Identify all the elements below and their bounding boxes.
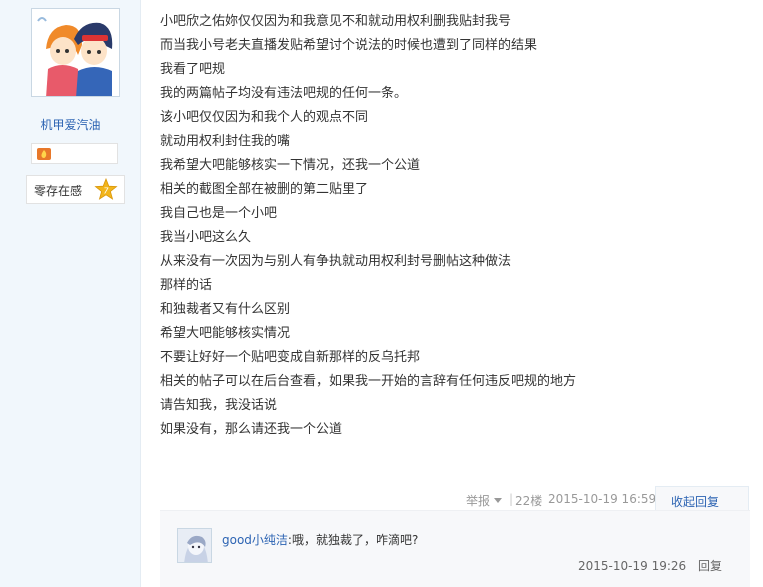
- collapse-replies-tab[interactable]: 收起回复: [655, 486, 749, 512]
- author-badge-row: [31, 143, 118, 164]
- post-line: 请告知我，我没话说: [160, 398, 278, 413]
- post-line: 那样的话: [160, 278, 213, 293]
- reply-list: good小纯洁:哦，就独裁了，咋滴吧? 2015-10-19 19:26 回复: [160, 510, 750, 587]
- reply-button[interactable]: 回复: [698, 559, 722, 573]
- flame-badge-icon[interactable]: [37, 148, 51, 160]
- post-line: 相关的帖子可以在后台查看，如果我一开始的言辞有任何违反吧规的地方: [160, 374, 577, 389]
- post-line: 希望大吧能够核实情况: [160, 326, 291, 341]
- collapse-replies-link[interactable]: 收起回复: [671, 493, 719, 510]
- level-name: 零存在感: [34, 184, 83, 198]
- chevron-down-icon: [494, 498, 503, 503]
- post-date: 2015-10-19 16:59: [548, 492, 657, 506]
- post-line: 就动用权利封住我的嘴: [160, 134, 291, 149]
- reply-meta: 2015-10-19 19:26 回复: [578, 557, 722, 574]
- post-line: 我看了吧规: [160, 62, 226, 77]
- reply-avatar[interactable]: [177, 528, 212, 563]
- post-tail: 举报 | 22楼 2015-10-19 16:59 收起回复: [141, 486, 750, 512]
- reply-item: good小纯洁:哦，就独裁了，咋滴吧? 2015-10-19 19:26 回复: [160, 518, 750, 580]
- reply-text: good小纯洁:哦，就独裁了，咋滴吧?: [222, 531, 418, 548]
- post-line: 和独裁者又有什么区别: [160, 302, 291, 317]
- author-username[interactable]: 机甲爱汽油: [0, 116, 141, 133]
- post-line: 不要让好好一个贴吧变成自新那样的反乌托邦: [160, 350, 421, 365]
- post-line: 该小吧仅仅因为和我个人的观点不同: [160, 110, 369, 125]
- floor-number: 22楼: [515, 494, 543, 508]
- reply-body: 哦，就独裁了，咋滴吧?: [291, 533, 419, 547]
- post-line: 我的两篇帖子均没有违法吧规的任何一条。: [160, 86, 408, 101]
- anime-avatar-icon: [32, 9, 119, 96]
- tail-separator: |: [509, 492, 514, 506]
- post-line: 而当我小号老夫直播发贴希望讨个说法的时候也遭到了同样的结果: [160, 38, 538, 53]
- author-level-box: 零存在感 7: [26, 175, 125, 204]
- post-line: 从来没有一次因为与别人有争执就动用权利封号删帖这种做法: [160, 254, 512, 269]
- post-line: 我当小吧这么久: [160, 230, 252, 245]
- report-label: 举报: [466, 494, 491, 508]
- report-button[interactable]: 举报: [466, 492, 503, 509]
- post-line: 如果没有，那么请还我一个公道: [160, 422, 343, 437]
- post-line: 相关的截图全部在被删的第二贴里了: [160, 182, 369, 197]
- author-avatar[interactable]: [31, 8, 120, 97]
- anime-avatar-icon: [178, 529, 211, 562]
- author-sidebar: 机甲爱汽油 零存在感 7: [0, 0, 141, 587]
- post-line: 我希望大吧能够核实一下情况，还我一个公道: [160, 158, 421, 173]
- reply-date: 2015-10-19 19:26: [578, 559, 687, 573]
- post-line: 小吧欣之佑妳仅仅因为和我意见不和就动用权利删我贴封我号: [160, 14, 512, 29]
- post-body: 小吧欣之佑妳仅仅因为和我意见不和就动用权利删我贴封我号 而当我小号老夫直播发贴希…: [160, 10, 576, 442]
- post-content: 小吧欣之佑妳仅仅因为和我意见不和就动用权利删我贴封我号 而当我小号老夫直播发贴希…: [141, 0, 763, 587]
- level-star-icon: 7: [94, 178, 118, 200]
- reply-username[interactable]: good小纯洁: [222, 533, 288, 547]
- post-line: 我自己也是一个小吧: [160, 206, 278, 221]
